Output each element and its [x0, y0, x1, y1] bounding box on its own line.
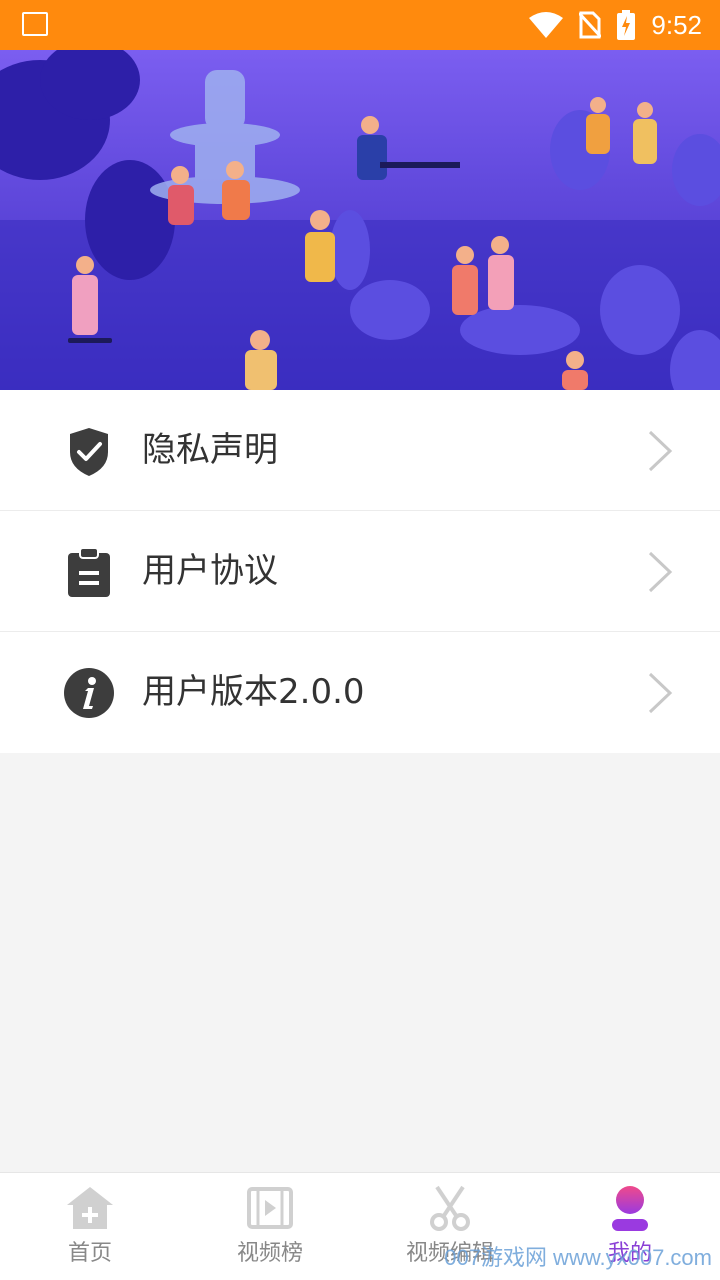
menu-item-label: 用户协议 [142, 551, 278, 591]
shield-check-icon [70, 428, 108, 476]
info-icon [64, 668, 114, 718]
menu-item-label: 用户版本2.0.0 [142, 672, 365, 712]
scissors-icon [430, 1185, 470, 1231]
nav-tab-home[interactable]: 首页 [0, 1173, 180, 1280]
status-bar: 9:52 [0, 0, 720, 50]
nav-tab-label: 视频榜 [236, 1241, 303, 1266]
watermark: 007游戏网 www.yx007.com [444, 1245, 712, 1270]
image-notification-icon [22, 12, 48, 36]
menu-item-label: 隐私声明 [142, 430, 278, 470]
header-banner-illustration [0, 50, 720, 390]
home-icon [67, 1187, 113, 1229]
status-icons: 9:52 [529, 0, 702, 50]
nav-tab-video-ranking[interactable]: 视频榜 [180, 1173, 360, 1280]
chevron-right-icon [648, 430, 673, 472]
clock: 9:52 [651, 9, 702, 40]
no-sim-icon [579, 11, 602, 39]
wifi-icon [529, 12, 564, 38]
user-icon [612, 1186, 648, 1231]
menu-item-privacy[interactable]: 隐私声明 [0, 390, 720, 511]
clipboard-icon [68, 547, 110, 597]
menu-item-user-agreement[interactable]: 用户协议 [0, 511, 720, 632]
nav-tab-label: 首页 [67, 1241, 112, 1266]
menu-item-version[interactable]: 用户版本2.0.0 [0, 632, 720, 753]
film-icon [247, 1187, 293, 1229]
battery-charging-icon [617, 10, 636, 40]
chevron-right-icon [648, 551, 673, 593]
chevron-right-icon [648, 672, 673, 714]
settings-menu: 隐私声明 用户协议 用户版本2.0.0 [0, 390, 720, 753]
